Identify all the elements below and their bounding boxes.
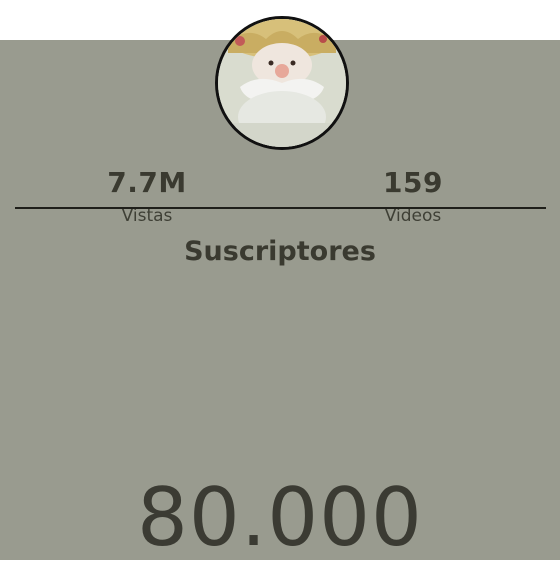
videos-count: 159 xyxy=(383,166,443,199)
subscribers-title: Suscriptores xyxy=(184,236,376,267)
views-count: 7.7M xyxy=(107,166,187,199)
stats-divider xyxy=(15,207,546,209)
channel-avatar[interactable] xyxy=(215,16,349,150)
santa-claus-avatar-icon xyxy=(218,19,346,147)
views-stat: 7.7M Vistas xyxy=(47,167,247,227)
subscriber-count: 80.000 xyxy=(137,471,423,564)
videos-stat: 159 Videos xyxy=(313,167,513,227)
